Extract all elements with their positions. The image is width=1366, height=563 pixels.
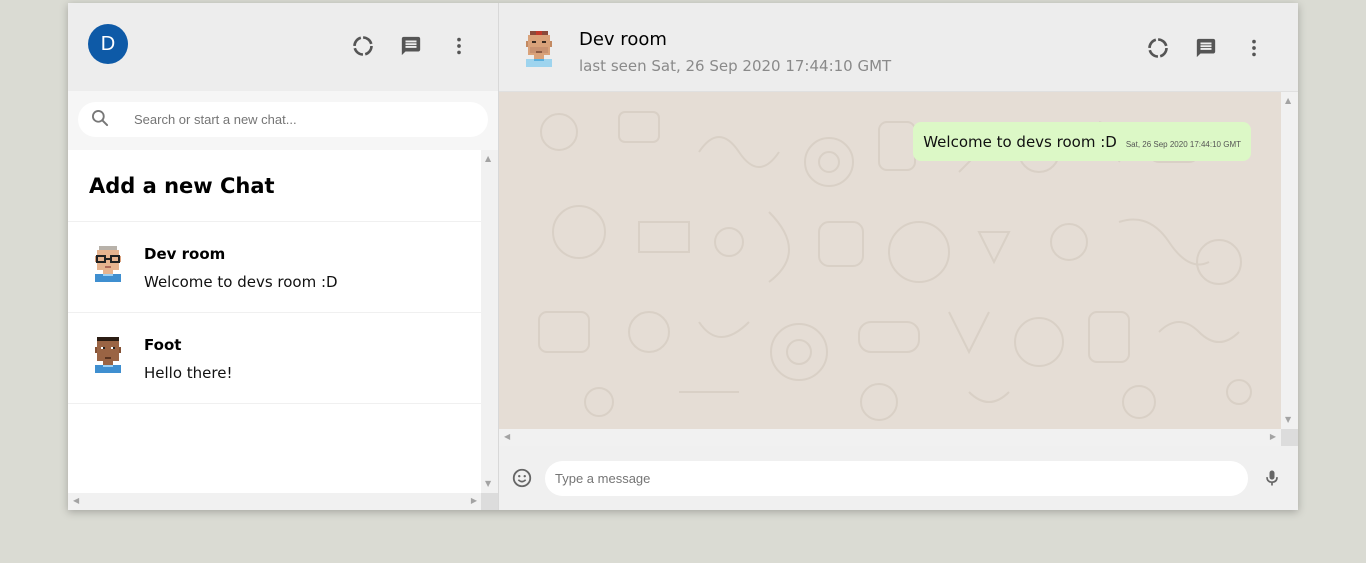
chat-name: Foot: [144, 336, 182, 354]
chat-list-item-dev-room[interactable]: Dev room Welcome to devs room :D: [68, 222, 482, 313]
emoji-icon[interactable]: [510, 466, 534, 490]
chat-list: Add a new Chat Dev room Welcome to devs …: [68, 150, 482, 493]
scroll-down-arrow-icon[interactable]: ▼: [485, 480, 491, 488]
scroll-down-arrow-icon[interactable]: ▼: [1285, 416, 1291, 424]
chat-info: Dev room Welcome to devs room :D: [144, 244, 338, 291]
chat-list-area: Add a new Chat Dev room Welcome to devs …: [68, 150, 498, 510]
pixel-avatar-glasses-icon: [95, 246, 121, 282]
message-text: Welcome to devs room :D: [923, 133, 1117, 151]
whatsapp-app: D Search or start a new chat... Add a ne…: [68, 3, 1298, 510]
chat-last-message: Hello there!: [144, 364, 233, 382]
pixel-avatar-dark-icon: [95, 337, 121, 373]
sidebar-horizontal-scrollbar[interactable]: ◀ ▶: [68, 493, 482, 510]
scroll-right-arrow-icon[interactable]: ▶: [471, 497, 477, 505]
last-seen: last seen Sat, 26 Sep 2020 17:44:10 GMT: [579, 57, 892, 75]
search-icon: [90, 108, 110, 132]
status-icon[interactable]: [1146, 36, 1170, 60]
scroll-up-arrow-icon[interactable]: ▲: [1285, 97, 1291, 105]
chat-footer: [499, 446, 1298, 510]
chat-name: Dev room: [144, 245, 226, 263]
message-timestamp: Sat, 26 Sep 2020 17:44:10 GMT: [1125, 140, 1241, 149]
status-icon[interactable]: [351, 34, 375, 58]
more-vert-icon[interactable]: [447, 34, 471, 58]
search-container: [68, 91, 498, 150]
sidebar-header: D: [68, 3, 498, 91]
chat-vertical-scrollbar[interactable]: ▲ ▼: [1281, 92, 1298, 429]
message-input[interactable]: [545, 460, 1248, 496]
message-bubble-outgoing[interactable]: Welcome to devs room :D Sat, 26 Sep 2020…: [913, 122, 1251, 161]
add-new-chat[interactable]: Add a new Chat: [68, 150, 482, 222]
add-new-chat-label: Add a new Chat: [89, 173, 275, 198]
scroll-left-arrow-icon[interactable]: ◀: [73, 497, 79, 505]
user-avatar[interactable]: D: [88, 24, 128, 64]
sidebar-header-icons: [351, 34, 471, 58]
scroll-up-arrow-icon[interactable]: ▲: [485, 155, 491, 163]
chat-body: Welcome to devs room :D Sat, 26 Sep 2020…: [499, 92, 1298, 446]
scrollbar-corner: [481, 493, 498, 510]
chat-title: Dev room: [579, 29, 667, 50]
chat-icon[interactable]: [1194, 36, 1218, 60]
chat-header: Dev room last seen Sat, 26 Sep 2020 17:4…: [499, 3, 1298, 92]
pixel-avatar-bandana-icon[interactable]: [522, 29, 556, 69]
more-vert-icon[interactable]: [1242, 36, 1266, 60]
chat-panel: Dev room last seen Sat, 26 Sep 2020 17:4…: [499, 3, 1298, 510]
chat-last-message: Welcome to devs room :D: [144, 273, 338, 291]
chat-info: Foot Hello there!: [144, 335, 232, 382]
chat-header-info: Dev room last seen Sat, 26 Sep 2020 17:4…: [579, 29, 1146, 75]
chat-header-icons: [1146, 36, 1266, 60]
sidebar-vertical-scrollbar[interactable]: ▲ ▼: [481, 150, 498, 493]
new-chat-icon[interactable]: [399, 34, 423, 58]
sidebar: D Search or start a new chat... Add a ne…: [68, 3, 499, 510]
chat-horizontal-scrollbar[interactable]: ◀ ▶: [499, 429, 1281, 446]
mic-icon[interactable]: [1260, 466, 1284, 490]
search-box: [78, 102, 488, 137]
search-input[interactable]: [134, 112, 464, 127]
scroll-right-arrow-icon[interactable]: ▶: [1270, 433, 1276, 441]
scroll-left-arrow-icon[interactable]: ◀: [504, 433, 510, 441]
scrollbar-corner: [1281, 429, 1298, 446]
chat-list-item-foot[interactable]: Foot Hello there!: [68, 313, 482, 404]
